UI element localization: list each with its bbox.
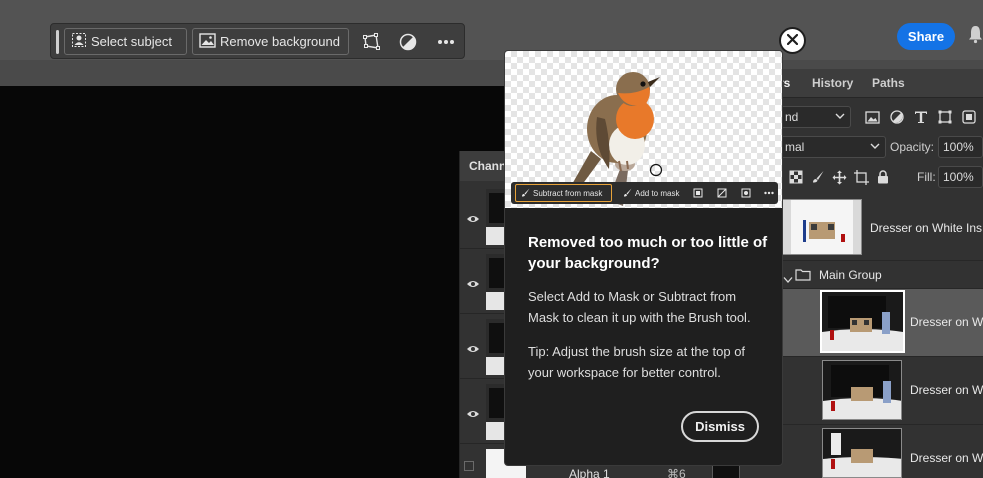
filter-kind-dropdown[interactable]: nd: [778, 106, 851, 128]
blend-mode-dropdown[interactable]: mal: [778, 136, 886, 158]
filter-type-icon[interactable]: [913, 109, 929, 125]
layers-panel: rs History Paths nd mal Opacity: 100% Fi…: [760, 69, 983, 478]
tip-hint: Tip: Adjust the brush size at the top of…: [528, 344, 746, 380]
panel-tabs: rs History Paths: [760, 69, 983, 98]
lock-all-icon[interactable]: [875, 169, 891, 185]
select-subject-label: Select subject: [91, 34, 172, 49]
person-select-icon: [71, 32, 87, 51]
share-button[interactable]: Share: [897, 23, 955, 50]
image-icon: [199, 32, 216, 51]
group-name: Main Group: [819, 268, 882, 282]
lock-brush-icon[interactable]: [810, 169, 826, 185]
opacity-label: Opacity:: [890, 140, 935, 154]
fill-input[interactable]: 100%: [938, 166, 983, 188]
eye-icon[interactable]: [466, 276, 480, 294]
tip-popup: Subtract from mask Add to mask Removed t: [504, 50, 783, 466]
contextual-task-bar: Select subject Remove background: [50, 23, 465, 59]
group-row[interactable]: Main Group: [760, 261, 983, 289]
remove-background-label: Remove background: [220, 34, 340, 49]
add-to-mask-button[interactable]: Add to mask: [618, 184, 685, 202]
remove-background-button[interactable]: Remove background: [192, 28, 349, 55]
layer-name: Dresser on W: [910, 315, 983, 329]
visibility-toggle[interactable]: [464, 461, 474, 471]
chevron-down-icon: [835, 110, 845, 124]
more-icon[interactable]: [436, 32, 456, 52]
layer-row[interactable]: Dresser on W: [760, 425, 983, 478]
eye-icon[interactable]: [466, 341, 480, 359]
layer-name: Dresser on W: [910, 451, 983, 465]
fill-label: Fill:: [917, 170, 936, 184]
close-icon: [786, 32, 799, 50]
filter-smart-object-icon[interactable]: [961, 109, 977, 125]
layer-row[interactable]: Dresser on W: [760, 357, 983, 425]
lock-transparent-icon[interactable]: [788, 169, 804, 185]
blend-mode-value: mal: [785, 140, 805, 154]
layer-thumbnail: [822, 360, 902, 420]
layer-thumbnail: [780, 199, 862, 255]
filter-pixel-icon[interactable]: [864, 109, 880, 125]
channels-title: Chann: [469, 159, 507, 173]
lock-artboard-icon[interactable]: [853, 169, 869, 185]
mask-refine-icon[interactable]: [739, 186, 753, 200]
mask-toolbar: Subtract from mask Add to mask: [511, 182, 778, 204]
layer-thumbnail: [820, 290, 905, 353]
brush-plus-icon: [623, 188, 632, 199]
layer-name: Dresser on W: [910, 383, 983, 397]
transform-icon[interactable]: [361, 32, 381, 52]
tip-title: Removed too much or too little of your b…: [528, 234, 768, 272]
tip-illustration: Subtract from mask Add to mask: [505, 51, 782, 208]
filter-kind-value: nd: [785, 110, 799, 124]
subtract-from-mask-button[interactable]: Subtract from mask: [515, 184, 612, 202]
channel-name: Alpha 1: [569, 467, 610, 478]
drag-handle[interactable]: [56, 30, 59, 54]
eye-icon[interactable]: [466, 406, 480, 424]
opacity-value: 100%: [943, 140, 974, 154]
mask-invert-icon[interactable]: [715, 186, 729, 200]
dismiss-button[interactable]: Dismiss: [681, 411, 759, 442]
select-subject-button[interactable]: Select subject: [64, 28, 187, 55]
eye-icon[interactable]: [466, 211, 480, 229]
filter-shape-icon[interactable]: [937, 109, 953, 125]
chevron-down-icon: [870, 140, 880, 154]
channel-shortcut: ⌘6: [667, 467, 686, 478]
fill-value: 100%: [943, 170, 974, 184]
close-button[interactable]: [779, 27, 806, 54]
layer-name: Dresser on White Ins: [870, 221, 983, 235]
more-icon[interactable]: [762, 186, 776, 200]
notification-bell-icon[interactable]: [968, 24, 983, 44]
opacity-input[interactable]: 100%: [938, 136, 983, 158]
tab-history[interactable]: History: [812, 76, 853, 90]
brush-minus-icon: [521, 188, 530, 199]
lock-move-icon[interactable]: [831, 169, 847, 185]
mask-action-icon[interactable]: [691, 186, 705, 200]
contrast-icon[interactable]: [398, 32, 418, 52]
layer-thumbnail: [822, 428, 902, 478]
filter-adjustment-icon[interactable]: [889, 109, 905, 125]
chevron-down-icon[interactable]: [783, 271, 793, 289]
folder-icon: [795, 268, 811, 286]
tab-paths[interactable]: Paths: [872, 76, 905, 90]
tip-body: Select Add to Mask or Subtract from Mask…: [528, 289, 751, 325]
layer-row[interactable]: Dresser on White Ins: [760, 193, 983, 261]
subtract-from-mask-label: Subtract from mask: [533, 188, 603, 198]
add-to-mask-label: Add to mask: [635, 188, 680, 198]
layer-row-selected[interactable]: Dresser on W: [760, 289, 983, 357]
